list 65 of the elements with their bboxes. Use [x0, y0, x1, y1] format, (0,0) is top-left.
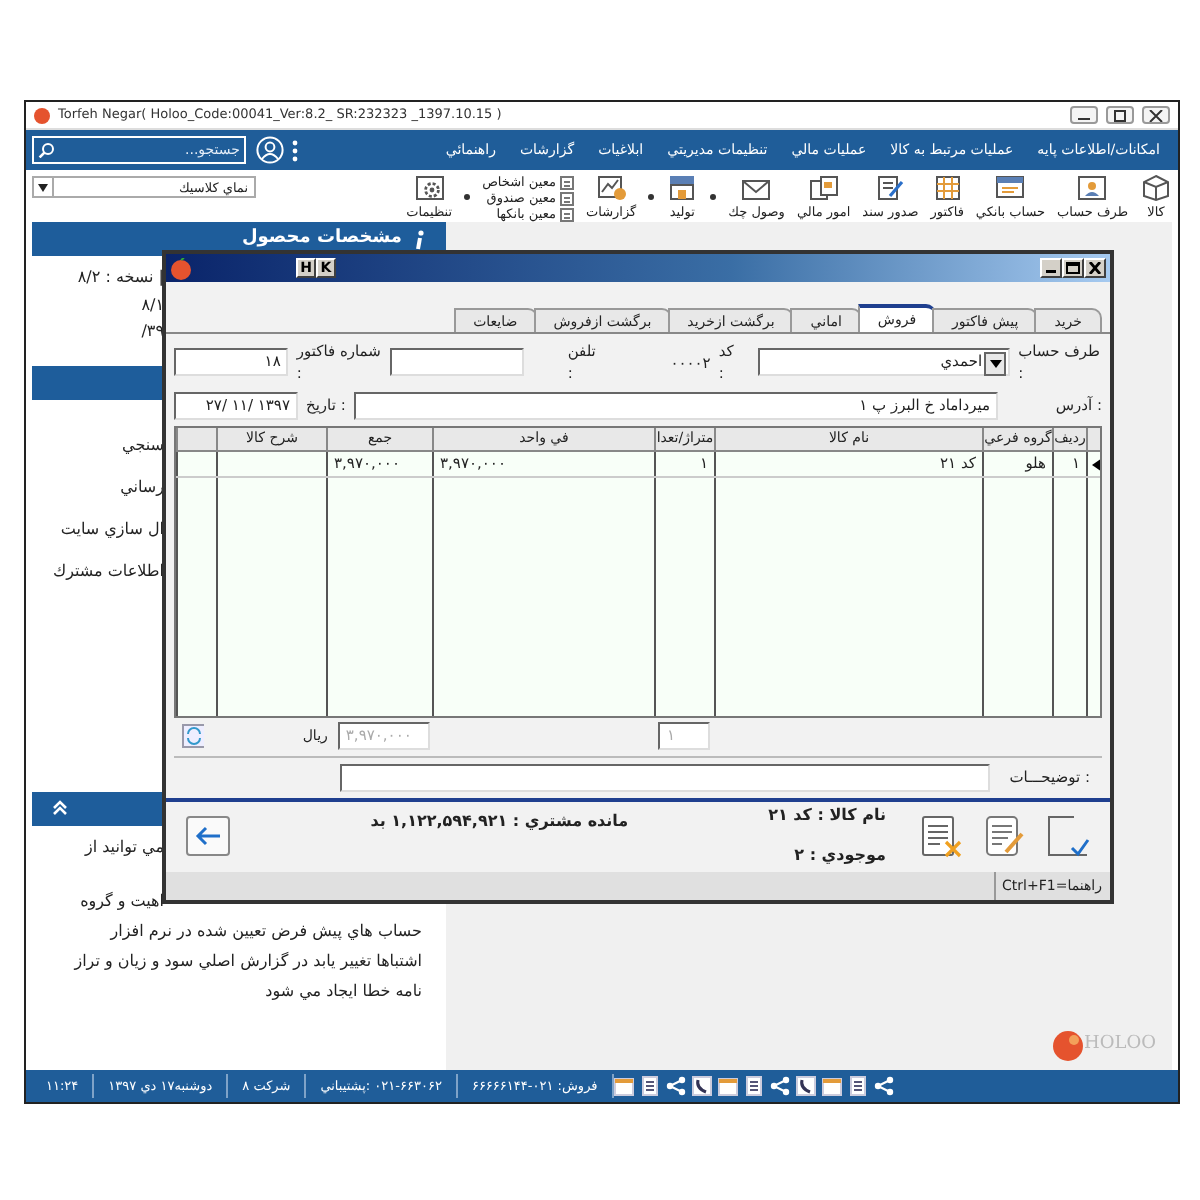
app-logo-icon — [34, 107, 50, 123]
panel-text: رساني — [118, 475, 164, 500]
chart-icon — [595, 174, 628, 202]
back-arrow-icon — [194, 825, 222, 845]
confirm-button[interactable] — [1046, 813, 1090, 857]
info-text: نام كالا : كد ۲۱ — [768, 803, 886, 827]
gear-icon — [413, 174, 446, 202]
panel-text: اطلاعات مشترك — [51, 559, 164, 584]
factory-icon — [666, 174, 699, 202]
share-icon[interactable] — [769, 1076, 790, 1096]
panel-text: حساب هاي پيش فرض تعيين شده در نرم افزار — [107, 919, 424, 944]
panel-text: ۸/۱ — [139, 293, 164, 317]
phone-field[interactable] — [390, 348, 524, 377]
more-icon[interactable] — [292, 139, 298, 161]
close-icon — [1148, 109, 1164, 121]
share-icon[interactable] — [665, 1076, 686, 1096]
panel-text: | نسخه : ۸/۲ — [75, 266, 164, 290]
delete-button[interactable] — [918, 813, 962, 857]
back-button[interactable] — [186, 815, 230, 855]
calendar-icon[interactable] — [613, 1076, 634, 1096]
balance-text: مانده مشتري : ۱,۱۲۲,۵۹۴,۹۲۱ بد — [370, 809, 629, 833]
document-icon[interactable] — [743, 1076, 764, 1096]
share-icon[interactable] — [873, 1076, 894, 1096]
dropdown-dot-icon[interactable] — [464, 194, 471, 200]
edit-icon — [982, 813, 1026, 857]
refresh-icon[interactable] — [182, 724, 204, 748]
maximize-button[interactable] — [1106, 106, 1134, 124]
app-logo-icon — [170, 257, 192, 279]
calendar-icon[interactable] — [821, 1076, 842, 1096]
logo-icon — [1052, 1030, 1085, 1062]
person-card-icon — [1076, 174, 1109, 202]
maximize-icon — [1066, 262, 1080, 274]
minimize-button[interactable] — [1070, 106, 1098, 124]
panel-text: سنجي — [120, 433, 164, 458]
document-icon[interactable] — [639, 1076, 660, 1096]
phone-icon[interactable] — [795, 1076, 816, 1096]
document-pen-icon — [874, 174, 907, 202]
check-icon — [1046, 813, 1090, 857]
panel-text: اهيت و گروه — [78, 890, 164, 914]
box-icon — [1140, 174, 1172, 202]
delete-icon — [918, 813, 962, 857]
window-icon — [994, 174, 1027, 202]
panel-text: مي توانيد از — [82, 835, 164, 860]
phone-icon[interactable] — [691, 1076, 712, 1096]
dropdown-dot-icon[interactable] — [710, 194, 717, 200]
envelope-icon — [740, 174, 773, 202]
caret-icon — [989, 360, 1002, 369]
panel-text: اشتباها تغيير يابد در گزارش اصلي سود و زيان و تراز — [71, 949, 424, 974]
close-icon — [1088, 262, 1102, 274]
info-text: موجودي : ۲ — [792, 843, 886, 867]
info-icon — [414, 229, 426, 249]
notes-field[interactable] — [339, 763, 990, 791]
table-icon — [931, 174, 964, 202]
calendar-icon[interactable] — [717, 1076, 738, 1096]
documents-icon — [807, 174, 840, 202]
document-icon[interactable] — [847, 1076, 868, 1096]
collapse-icon — [52, 800, 68, 816]
close-button[interactable] — [1142, 106, 1170, 124]
panel-text: ال سازي سايت — [58, 517, 164, 542]
edit-button[interactable] — [982, 813, 1026, 857]
maximize-icon — [1112, 109, 1128, 121]
user-icon[interactable] — [256, 136, 284, 164]
dropdown-dot-icon[interactable] — [648, 194, 655, 200]
caret-icon — [38, 183, 48, 191]
panel-text: نامه خطا ايجاد مي شود — [263, 979, 424, 1004]
